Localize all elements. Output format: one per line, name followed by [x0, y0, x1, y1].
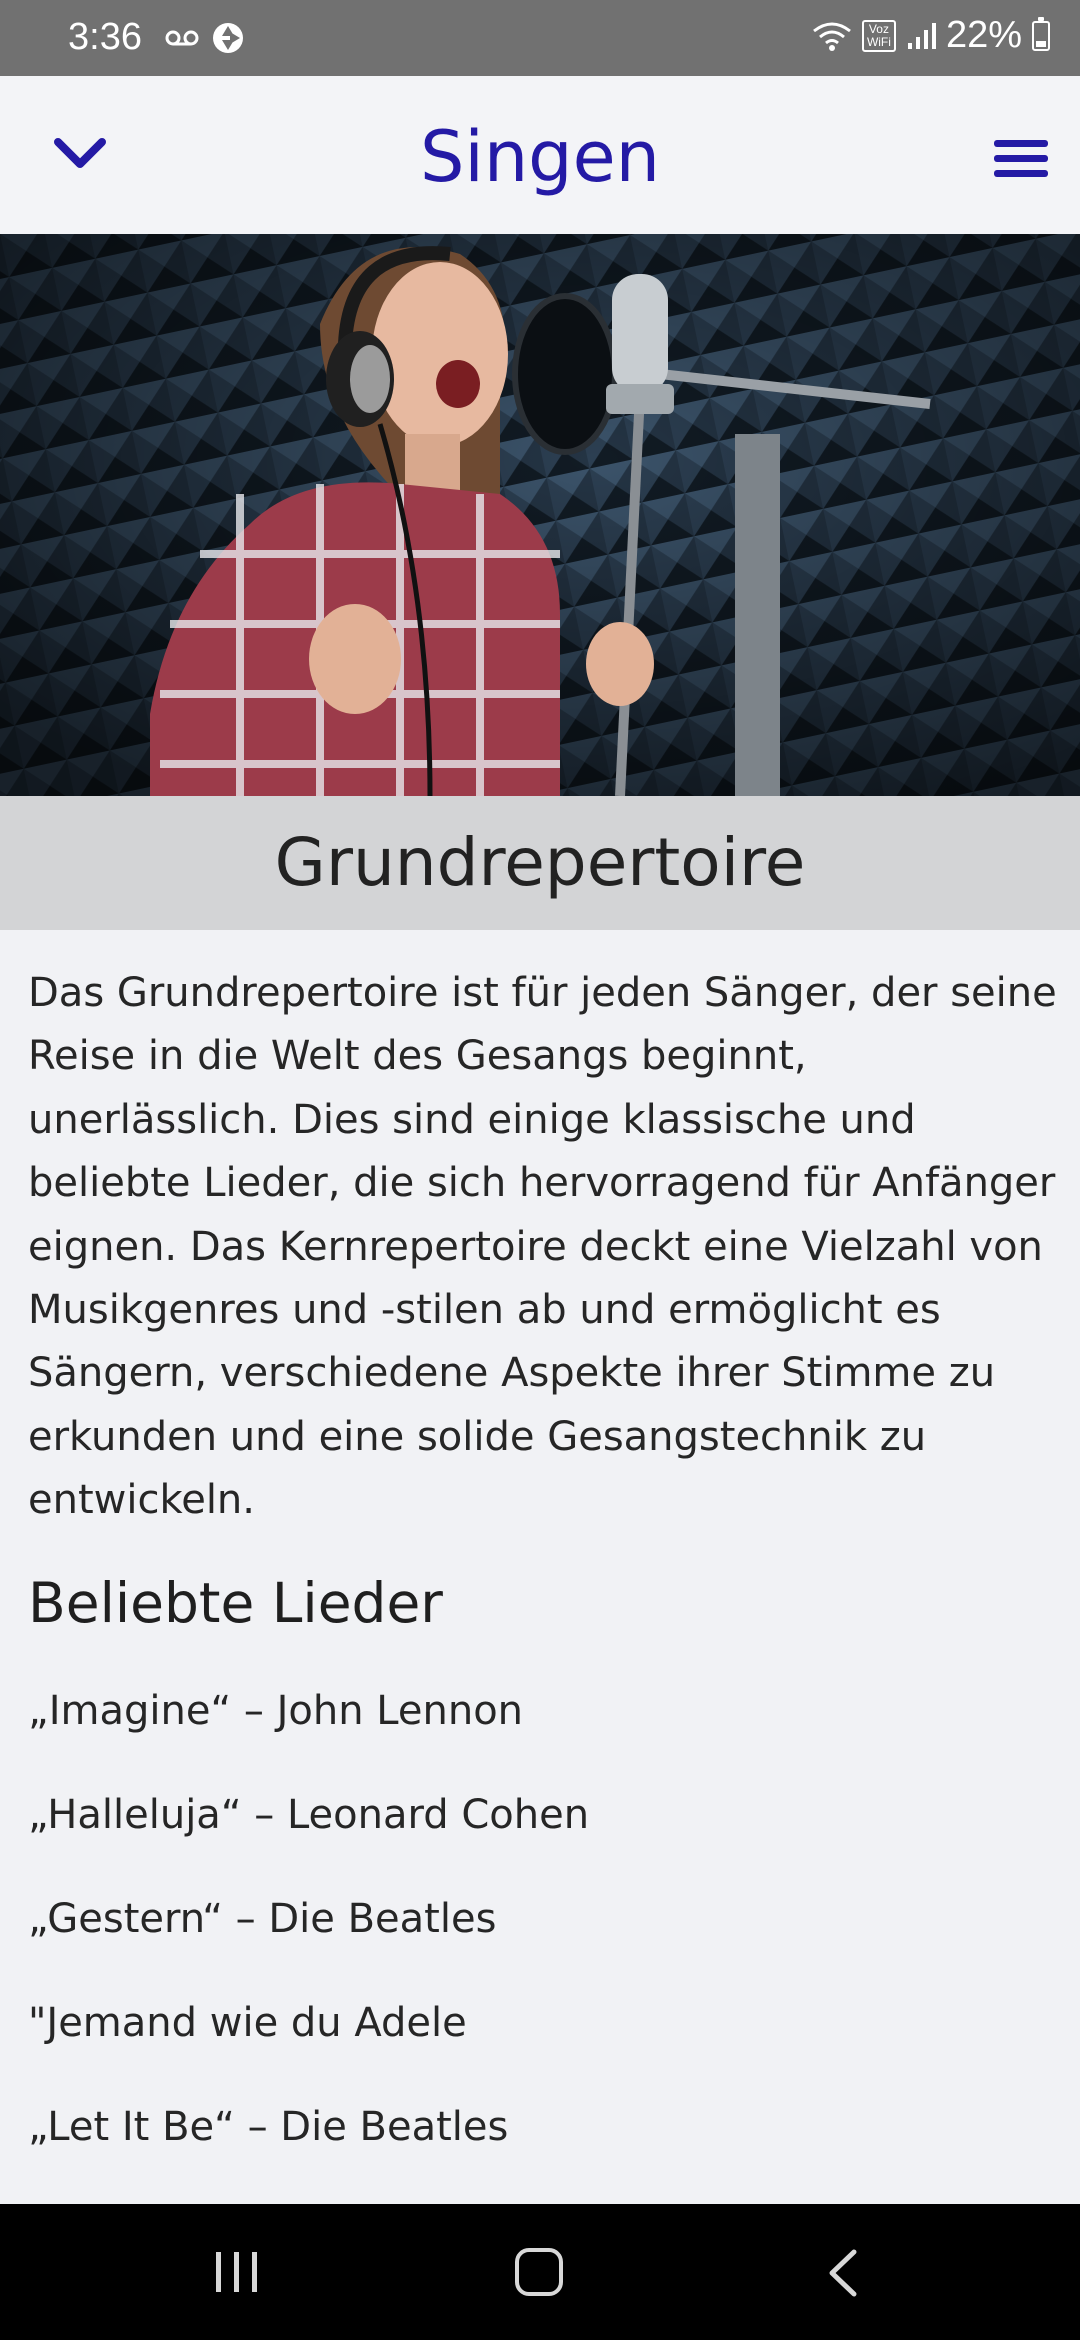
- list-item: „Let It Be“ – Die Beatles: [28, 2103, 509, 2150]
- recent-apps-icon[interactable]: [210, 2250, 264, 2294]
- app-bar: Singen: [0, 76, 1080, 235]
- vowifi-bottom-label: WiFi: [866, 34, 891, 49]
- intro-paragraph: Das Grundrepertoire ist für jeden Sänger…: [28, 970, 1057, 1524]
- list-item: "Jemand wie du Adele: [28, 1999, 467, 2046]
- list-item: „Gestern“ – Die Beatles: [28, 1895, 497, 1942]
- page-title: Singen: [419, 116, 661, 198]
- vowifi-top-label: Voz: [868, 21, 889, 36]
- back-arrow-icon[interactable]: [826, 2248, 860, 2298]
- section-heading-band: Grundrepertoire: [0, 796, 1080, 930]
- home-icon[interactable]: [515, 2248, 563, 2296]
- hero-image: [0, 234, 1080, 796]
- hamburger-menu-icon[interactable]: [994, 138, 1048, 180]
- vowifi-icon: Voz WiFi: [861, 19, 896, 52]
- songs-heading: Beliebte Lieder: [28, 1570, 443, 1635]
- content: Das Grundrepertoire ist für jeden Sänger…: [28, 962, 1058, 2179]
- aperture-icon: [213, 23, 243, 53]
- singer-illustration: [0, 234, 1080, 796]
- list-item: „Halleluja“ – Leonard Cohen: [28, 1791, 590, 1838]
- voicemail-icon: [165, 30, 199, 46]
- status-time: 3:36: [68, 16, 142, 58]
- status-left-icons: [164, 22, 244, 54]
- signal-icon: [907, 22, 936, 49]
- system-nav-bar: [0, 2204, 1080, 2340]
- wifi-icon: [813, 22, 851, 51]
- songs-list: „Imagine“ – John Lennon „Halleluja“ – Le…: [28, 1659, 1058, 2179]
- battery-percent: 22%: [945, 14, 1022, 56]
- list-item: „Imagine“ – John Lennon: [28, 1687, 524, 1734]
- battery-icon: [1032, 16, 1050, 51]
- status-bar: 3:36 Voz WiFi 22%: [0, 0, 1080, 76]
- section-title: Grundrepertoire: [274, 824, 806, 901]
- status-right-icons: Voz WiFi 22%: [812, 14, 1050, 57]
